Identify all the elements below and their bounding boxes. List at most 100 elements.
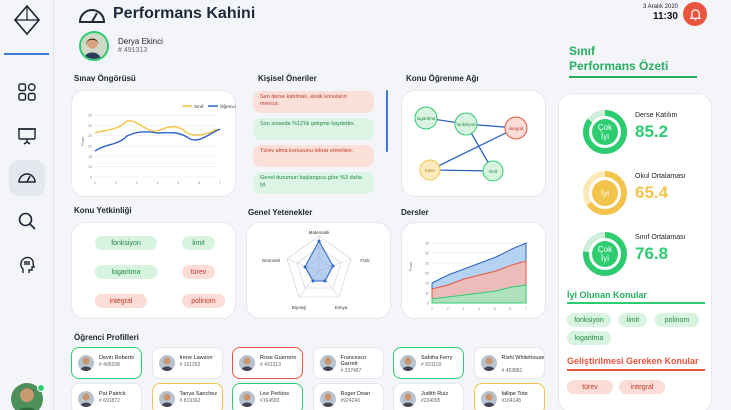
sidebar-item-mind[interactable] [9,247,45,283]
profile-avatar [78,391,94,407]
profile-card[interactable]: Judith Ruiz #234095 [393,383,464,410]
profile-id: # 691872 [99,398,120,404]
profile-card[interactable]: Roger Dean #924243 [312,383,384,410]
network-node-label: logaritma [417,116,436,121]
profile-card[interactable]: fallipe Tote #164148 [473,383,545,410]
online-indicator [37,384,45,392]
y-tick-label: 30 [88,124,92,128]
competence-card: fonksiyon limit logaritma türev integral… [71,222,236,319]
profile-card[interactable]: Devin Roberts # 405298 [71,347,142,379]
profile-id: # 337487 [340,368,362,374]
legend-sinif: Sınıf [194,104,204,109]
abilities-radar-chart: Matematik Fizik Kimya Biyoloji Geometri [262,230,371,310]
abilities-card: Matematik Fizik Kimya Biyoloji Geometri [246,222,391,319]
profile-name: Lee Perkins [260,391,290,397]
good-topic-tag[interactable]: polinom [655,313,699,327]
y-tick-label: 15 [425,282,429,286]
topic-tag[interactable]: türev [182,265,215,279]
y-tick-label: 20 [425,272,429,276]
y-tick-label: 35 [425,242,429,246]
profile-card[interactable]: Tanya Sanchez # 819362 [151,383,223,410]
topic-tag[interactable]: integral [95,294,147,308]
profile-id: #234095 [421,398,441,404]
lessons-card: 35 30 25 20 15 10 5 1 2 3 4 5 6 7 Puan [401,222,546,319]
profile-id: # 491313 [260,362,281,368]
suggestion-item[interactable]: Genel durumun başlangıca göre %3 daha iy… [253,172,374,194]
profile-card[interactable]: Pat Patrick # 691872 [71,383,142,410]
profile-avatar [400,355,416,371]
sidebar-item-performance[interactable] [9,160,45,196]
stat-value: 76.8 [635,244,669,263]
profile-name: Judith Ruiz [421,391,449,397]
profile-name: Irene Lawson [179,355,213,361]
legend-ogrenci: Öğrenci [220,103,236,109]
network-node-label: türev [425,168,436,173]
lessons-area-chart: 35302520151051 2 3 4 5 6 7 Puan [408,242,527,312]
profile-id: # 405298 [99,362,120,368]
series-ogrenci [94,128,221,152]
improve-topic-tag[interactable]: integral [619,380,665,394]
stat-label: Sınıf Ortalaması [635,234,686,241]
good-topics-title: İyi Olunan Konular [567,290,648,300]
profile-name: Pat Patrick [99,391,126,397]
stat-grade-label: İyi [601,189,609,198]
profile-id: #164593 [260,398,280,404]
presentation-icon [18,128,36,145]
lessons-ylabel: Puan [408,262,413,271]
profile-id: #924243 [340,398,360,404]
x-tick-label: 6 [198,181,200,185]
notification-button[interactable] [683,2,707,26]
topic-tag[interactable]: logaritma [95,265,157,279]
network-node-label: integral [509,126,524,131]
student-name: Derya Ekinci [118,37,163,46]
radar-axis-label: Matematik [309,230,331,235]
good-topic-tag[interactable]: logaritma [567,331,611,345]
improve-topic-tag[interactable]: türev [567,380,613,394]
sidebar-item-dashboard[interactable] [9,74,45,110]
good-topic-tag[interactable]: limit [619,313,647,327]
y-tick-label: 5 [427,302,429,306]
student-id: # 491313 [118,47,148,54]
logo-icon[interactable] [14,5,40,35]
summary-title-underline [569,76,697,78]
suggestion-item[interactable]: Sen derse katılmalı, eksik konuların mev… [253,91,374,113]
profile-name: Francesco Garrett [340,355,367,367]
x-tick-label: 2 [115,181,117,185]
stat-label: Derse Katılım [635,112,678,119]
network-card: logaritma fonksiyon integral türev limit [401,90,546,197]
stat-label: Okul Ortalaması [635,173,686,180]
date-label: 3 Aralık 2020 [642,4,678,10]
sidebar-item-search[interactable] [9,203,45,239]
y-tick-label: 15 [88,155,92,159]
profile-avatar [78,355,94,371]
profile-card[interactable]: Lee Perkins #164593 [232,383,303,410]
topic-tag[interactable]: limit [182,236,215,250]
profile-card[interactable]: Rishi Whitehouse # 453881 [473,347,545,379]
sidebar-item-presentation[interactable] [9,118,45,154]
student-avatar[interactable] [79,31,109,61]
good-topic-tag[interactable]: fonksiyon [567,313,611,327]
suggestion-item[interactable]: Türev alma konusunu tekrar etmelisin. [253,145,374,167]
suggestion-item[interactable]: Son sınavda %12'lik gelişme kaydettin. [253,118,374,140]
profile-card[interactable]: Rose Guerrero # 491313 [232,347,303,379]
topic-tag[interactable]: polinom [182,294,225,308]
stat-grade-label: Çok İyi [597,245,613,263]
profile-card[interactable]: Sabiha Ferry # 931102 [393,347,464,379]
exam-chart-card: 35 30 25 20 15 10 5 1 2 3 4 5 6 7 Sınıf Öğrenci Puan [71,90,236,197]
profile-card[interactable]: Francesco Garrett # 337487 [312,347,384,379]
stat-value: 85.2 [635,122,669,141]
x-tick-label: 7 [219,181,221,185]
topic-tag[interactable]: fonksiyon [95,236,157,250]
bell-icon [688,8,702,20]
summary-panel: Çok İyi Derse Katılım 85.2 İyi Okul Ortalama… [558,93,712,410]
profile-name: fallipe Tote [501,391,528,397]
topic-network-graph: logaritma fonksiyon integral türev limit [414,106,528,182]
head-brain-icon [20,256,35,273]
profile-avatar [400,391,416,407]
profile-id: # 453881 [501,368,523,374]
profile-avatar [480,391,497,407]
profile-card[interactable]: Irene Lawson # 161293 [151,347,223,379]
x-tick-label: 5 [177,181,179,185]
suggestions-scrollbar[interactable] [386,90,388,152]
section-title-abilities: Genel Yetenekler [248,208,313,217]
